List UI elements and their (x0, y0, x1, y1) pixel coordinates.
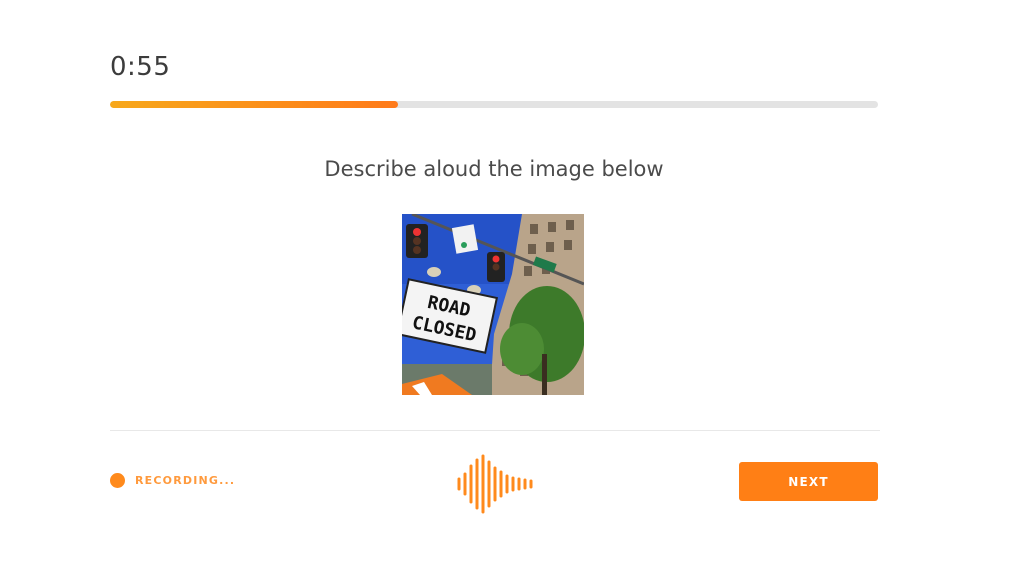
divider (110, 430, 880, 431)
recording-indicator: RECORDING... (110, 473, 235, 488)
recording-label: RECORDING... (135, 474, 236, 487)
next-button[interactable]: NEXT (739, 462, 878, 501)
waveform-icon (457, 454, 533, 514)
road-closed-photo: ROAD CLOSED (402, 214, 584, 395)
prompt-text: Describe aloud the image below (324, 157, 664, 181)
progress-fill (110, 101, 398, 108)
photo-illustration: ROAD CLOSED (402, 214, 584, 395)
recording-dot-icon (110, 473, 125, 488)
countdown-timer: 0:55 (110, 52, 171, 82)
progress-bar (110, 101, 878, 108)
